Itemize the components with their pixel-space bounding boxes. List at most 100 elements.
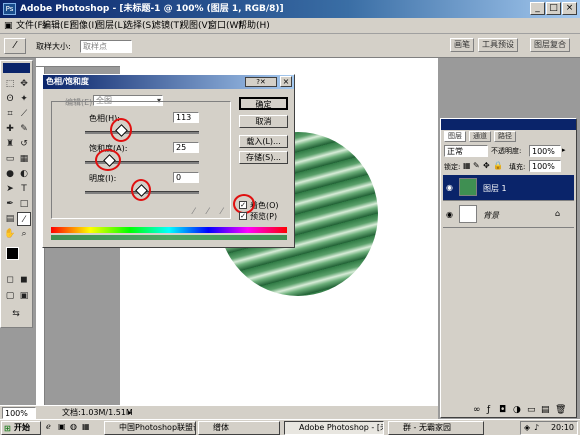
menu-item-edit[interactable]: 编辑(E) (42, 20, 73, 32)
save-button[interactable]: 存储(S)... (239, 151, 288, 164)
zoom-tool-icon[interactable]: ⌕ (17, 227, 31, 241)
lock-image-icon[interactable]: ✎ (473, 161, 480, 170)
eyedropper-minus-icon[interactable]: ⁄ (221, 207, 223, 217)
eyedropper-icon[interactable]: ⁄ (193, 207, 195, 217)
lock-position-icon[interactable]: ✥ (483, 161, 490, 170)
eye-icon[interactable]: ◉ (446, 210, 453, 219)
document-size-info: 文档:1.03M/1.51M (62, 408, 133, 417)
type-tool-icon[interactable]: T (17, 182, 31, 196)
menu-item-select[interactable]: 选择(S) (124, 20, 155, 32)
jump-to-imageready-icon[interactable]: ⇆ (9, 307, 23, 321)
quick-launch-desktop-icon[interactable]: ▣ (58, 422, 66, 431)
tab-layers[interactable]: 图层 (444, 131, 466, 142)
layer-name[interactable]: 图层 1 (483, 183, 507, 194)
layer-row-background[interactable]: ◉ 背景 ⌂ (443, 202, 574, 228)
blur-tool-icon[interactable]: ● (3, 167, 17, 181)
lock-transparency-icon[interactable]: ▦ (463, 161, 471, 170)
screen-mode-standard-icon[interactable]: ▢ (3, 289, 17, 303)
toolbox: ⬚ ✥ ʘ ✦ ⌗ ⟋ ✚ ✎ ♜ ↺ ▭ ▦ ● ◐ ➤ T ✒ □ ▤ ⁄ … (0, 60, 33, 328)
taskbar-item-chat[interactable]: 群 - 无霸家园 (388, 421, 484, 435)
taskbar-item-photoshop[interactable]: Adobe Photoshop - [未标... (284, 421, 384, 435)
eyedropper-tool-preset-icon[interactable]: ⁄ (4, 38, 26, 54)
delete-layer-icon[interactable]: 🗑 (555, 405, 566, 415)
tab-channels[interactable]: 通道 (469, 131, 491, 142)
window-title: Adobe Photoshop - [未标题-1 @ 100% (图层 1, R… (20, 4, 284, 14)
start-button[interactable]: ⊞ 开始 (1, 421, 41, 435)
eyedropper-plus-icon[interactable]: ⁄ (207, 207, 209, 217)
layer-mask-icon[interactable]: ◘ (499, 405, 506, 415)
menu-item-image[interactable]: 图像(I) (70, 20, 98, 32)
lightness-annotation-circle (131, 179, 151, 201)
restore-button[interactable]: □ (546, 2, 561, 15)
magic-wand-tool-icon[interactable]: ✦ (17, 92, 31, 106)
opacity-label: 不透明度: (491, 147, 522, 155)
link-layers-icon[interactable]: ∞ (473, 405, 481, 415)
quick-mask-icon[interactable]: ◼ (17, 273, 31, 287)
quick-launch-ie-icon[interactable]: ℯ (46, 422, 51, 431)
foreground-color-swatch[interactable] (6, 247, 19, 260)
screen-mode-full-icon[interactable]: ▣ (17, 289, 31, 303)
crop-tool-icon[interactable]: ⌗ (3, 107, 17, 121)
menu-item-ps-icon[interactable]: ▣ (4, 20, 13, 32)
hue-saturation-dialog: 色相/饱和度 ?✕ × 编辑(E): 全图 ▾ 色相(H): 113 饱和度(A… (42, 74, 295, 248)
fill-input[interactable]: 100% (529, 160, 561, 172)
notes-tool-icon[interactable]: ▤ (3, 212, 17, 226)
dodge-tool-icon[interactable]: ◐ (17, 167, 31, 181)
opacity-input[interactable]: 100% (529, 145, 561, 157)
hue-slider-track[interactable] (85, 131, 199, 134)
opacity-arrow-icon[interactable]: ▸ (562, 146, 566, 154)
lock-all-icon[interactable]: 🔒 (493, 161, 503, 170)
menu-item-filter[interactable]: 滤镜(T) (152, 20, 183, 32)
taskbar-item-forum[interactable]: 中国Photoshop联盟论坛... (104, 421, 196, 435)
tray-icon[interactable]: ◈ (524, 422, 530, 434)
quick-launch-app-icon[interactable]: ▦ (82, 422, 90, 431)
pen-tool-icon[interactable]: ✒ (3, 197, 17, 211)
eye-icon[interactable]: ◉ (446, 183, 453, 192)
hand-tool-icon[interactable]: ✋ (3, 227, 17, 241)
hue-input[interactable]: 113 (173, 112, 199, 123)
new-fill-layer-icon[interactable]: ◑ (513, 405, 521, 415)
tab-paths[interactable]: 路径 (494, 131, 516, 142)
menu-item-view[interactable]: 视图(V) (180, 20, 211, 32)
path-selection-tool-icon[interactable]: ➤ (3, 182, 17, 196)
status-arrow-icon[interactable]: ▸ (128, 406, 132, 419)
lasso-tool-icon[interactable]: ʘ (3, 92, 17, 106)
standard-mode-icon[interactable]: ◻ (3, 273, 17, 287)
close-button[interactable]: × (562, 2, 577, 15)
preview-checkbox[interactable]: ✓ (239, 212, 247, 220)
ok-button[interactable]: 确定 (239, 97, 288, 110)
taskbar-item-font[interactable]: 缯体 (198, 421, 280, 435)
marquee-tool-icon[interactable]: ⬚ (3, 77, 17, 91)
tray-volume-icon[interactable]: ♪ (534, 422, 539, 434)
lightness-input[interactable]: 0 (173, 172, 199, 183)
new-layer-icon[interactable]: ▤ (541, 405, 550, 415)
eraser-tool-icon[interactable]: ▭ (3, 152, 17, 166)
sample-size-select[interactable]: 取样点 (80, 40, 132, 53)
eyedropper-tool-icon[interactable]: ⁄ (17, 212, 31, 226)
healing-brush-tool-icon[interactable]: ✚ (3, 122, 17, 136)
zoom-field[interactable]: 100% (2, 407, 36, 419)
history-brush-tool-icon[interactable]: ↺ (17, 137, 31, 151)
dialog-close-button[interactable]: × (280, 76, 292, 87)
layer-name[interactable]: 背景 (483, 210, 499, 221)
quick-launch-media-icon[interactable]: ◍ (70, 422, 77, 431)
dialog-help-widget[interactable]: ?✕ (245, 77, 277, 87)
layer-style-icon[interactable]: ƒ (487, 405, 490, 415)
new-group-icon[interactable]: ▭ (527, 405, 536, 415)
menu-item-layer[interactable]: 图层(L) (96, 20, 126, 32)
move-tool-icon[interactable]: ✥ (17, 77, 31, 91)
gradient-tool-icon[interactable]: ▦ (17, 152, 31, 166)
menu-item-help[interactable]: 帮助(H) (238, 20, 270, 32)
slice-tool-icon[interactable]: ⟋ (17, 107, 31, 121)
brush-tool-icon[interactable]: ✎ (17, 122, 31, 136)
saturation-input[interactable]: 25 (173, 142, 199, 153)
load-button[interactable]: 载入(L)... (239, 135, 288, 148)
blend-mode-select[interactable]: 正常 (444, 145, 488, 157)
clock: 20:10 (550, 423, 574, 432)
cancel-button[interactable]: 取消 (239, 115, 288, 128)
layer-row-1[interactable]: ◉ 图层 1 (443, 175, 574, 201)
shape-tool-icon[interactable]: □ (17, 197, 31, 211)
clone-stamp-tool-icon[interactable]: ♜ (3, 137, 17, 151)
menu-item-window[interactable]: 窗口(W) (208, 20, 242, 32)
minimize-button[interactable]: _ (530, 2, 545, 15)
